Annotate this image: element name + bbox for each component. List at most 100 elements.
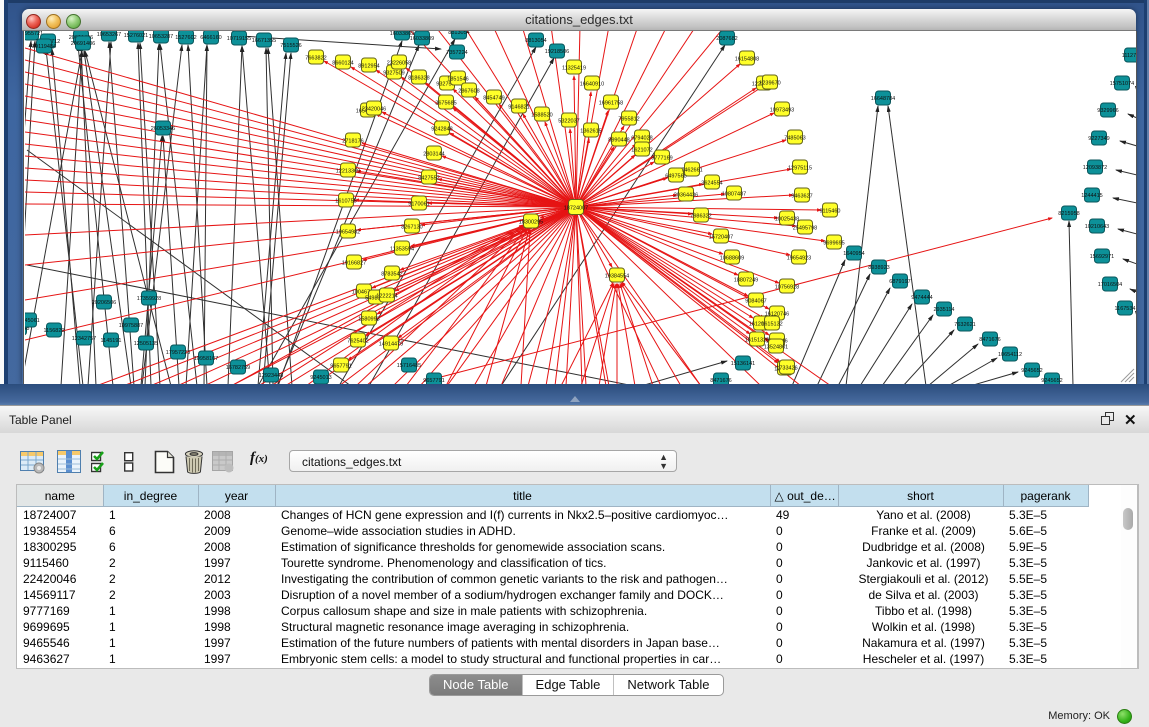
svg-text:9115460: 9115460 bbox=[819, 209, 840, 215]
svg-text:3624554: 3624554 bbox=[701, 181, 722, 187]
svg-text:19218506: 19218506 bbox=[545, 49, 569, 55]
svg-text:9474444: 9474444 bbox=[911, 295, 932, 301]
svg-text:25495798: 25495798 bbox=[793, 226, 817, 232]
svg-text:1156829: 1156829 bbox=[43, 328, 64, 334]
svg-text:8660124: 8660124 bbox=[332, 61, 353, 67]
svg-text:1222214: 1222214 bbox=[376, 294, 397, 300]
svg-text:10807487: 10807487 bbox=[722, 192, 746, 198]
svg-text:11325419: 11325419 bbox=[562, 66, 586, 72]
svg-text:16961758: 16961758 bbox=[599, 101, 623, 107]
svg-text:9242848: 9242848 bbox=[431, 127, 452, 133]
svg-text:1167534: 1167534 bbox=[1114, 306, 1135, 312]
svg-text:2935114: 2935114 bbox=[933, 307, 954, 313]
svg-text:13524861: 13524861 bbox=[764, 345, 788, 351]
svg-text:20691406: 20691406 bbox=[71, 41, 95, 47]
svg-text:1621072: 1621072 bbox=[631, 148, 652, 154]
svg-text:6497568: 6497568 bbox=[665, 174, 686, 180]
svg-text:1733426: 1733426 bbox=[776, 366, 797, 372]
svg-text:1610755: 1610755 bbox=[335, 199, 356, 205]
svg-text:9463627: 9463627 bbox=[791, 194, 812, 200]
svg-text:11353594: 11353594 bbox=[390, 247, 414, 253]
svg-text:1588520: 1588520 bbox=[531, 113, 552, 119]
svg-text:7663822: 7663822 bbox=[305, 56, 326, 62]
svg-text:8427552: 8427552 bbox=[418, 176, 439, 182]
svg-text:7515526: 7515526 bbox=[280, 43, 301, 49]
svg-text:39119484: 39119484 bbox=[32, 44, 56, 50]
svg-text:8267130: 8267130 bbox=[401, 225, 422, 231]
svg-text:9146821: 9146821 bbox=[508, 105, 529, 111]
svg-text:6879197: 6879197 bbox=[889, 279, 910, 285]
svg-text:10756928: 10756928 bbox=[775, 285, 799, 291]
svg-text:12093872: 12093872 bbox=[1083, 165, 1107, 171]
svg-text:15751074: 15751074 bbox=[1110, 81, 1134, 87]
svg-text:20206506: 20206506 bbox=[92, 300, 116, 306]
svg-text:8813054: 8813054 bbox=[525, 38, 546, 44]
svg-text:23226058: 23226058 bbox=[387, 61, 411, 67]
svg-text:15136141: 15136141 bbox=[731, 361, 755, 367]
svg-text:9170061: 9170061 bbox=[408, 202, 429, 208]
svg-text:1640954: 1640954 bbox=[843, 251, 864, 257]
svg-text:2718176: 2718176 bbox=[342, 139, 363, 145]
svg-text:16033809: 16033809 bbox=[410, 36, 434, 42]
svg-text:16154808: 16154808 bbox=[735, 57, 759, 63]
svg-text:1615132: 1615132 bbox=[761, 322, 782, 328]
svg-text:3675685: 3675685 bbox=[435, 101, 456, 107]
svg-text:23420046: 23420046 bbox=[362, 107, 386, 113]
svg-text:6794028: 6794028 bbox=[631, 136, 652, 142]
svg-text:2087682: 2087682 bbox=[716, 36, 737, 42]
svg-text:10975887: 10975887 bbox=[119, 323, 143, 329]
svg-text:9084067: 9084067 bbox=[745, 299, 766, 305]
svg-text:2867608: 2867608 bbox=[458, 89, 479, 95]
svg-text:5322037: 5322037 bbox=[558, 119, 579, 125]
svg-text:8813054: 8813054 bbox=[448, 31, 469, 36]
svg-text:12342757: 12342757 bbox=[72, 336, 96, 342]
svg-text:16671355: 16671355 bbox=[252, 38, 276, 44]
svg-text:10653287: 10653287 bbox=[149, 34, 173, 40]
svg-text:10973493: 10973493 bbox=[770, 108, 794, 114]
svg-text:10654112: 10654112 bbox=[998, 352, 1022, 358]
svg-text:18807249: 18807249 bbox=[734, 278, 758, 284]
svg-text:9245652: 9245652 bbox=[1021, 368, 1042, 374]
svg-text:9777169: 9777169 bbox=[651, 156, 672, 162]
svg-text:8215958: 8215958 bbox=[1058, 211, 1079, 217]
svg-text:1580993: 1580993 bbox=[358, 317, 379, 323]
svg-text:1845061: 1845061 bbox=[25, 318, 40, 324]
svg-text:8471676: 8471676 bbox=[979, 337, 1000, 343]
svg-text:8990448: 8990448 bbox=[608, 138, 629, 144]
svg-text:8783542: 8783542 bbox=[381, 272, 402, 278]
svg-text:16782759: 16782759 bbox=[226, 365, 250, 371]
svg-text:12923448: 12923448 bbox=[259, 373, 283, 379]
svg-text:10025438: 10025438 bbox=[775, 217, 799, 223]
svg-text:1527602: 1527602 bbox=[175, 35, 196, 41]
svg-text:17359928: 17359928 bbox=[137, 296, 161, 302]
svg-text:19654982: 19654982 bbox=[336, 230, 360, 236]
svg-text:16640910: 16640910 bbox=[580, 82, 604, 88]
svg-text:18300295: 18300295 bbox=[519, 220, 543, 226]
svg-text:9327509: 9327509 bbox=[383, 71, 404, 77]
svg-text:9227349: 9227349 bbox=[1088, 136, 1109, 142]
svg-text:10719155: 10719155 bbox=[227, 36, 251, 42]
svg-text:1244415: 1244415 bbox=[1081, 193, 1102, 199]
svg-text:15716485: 15716485 bbox=[397, 363, 421, 369]
svg-text:12213369: 12213369 bbox=[336, 169, 360, 175]
svg-text:10688609: 10688609 bbox=[720, 256, 744, 262]
svg-text:8186328: 8186328 bbox=[408, 76, 429, 82]
svg-text:8912954: 8912954 bbox=[358, 64, 379, 70]
svg-text:19654923: 19654923 bbox=[787, 256, 811, 262]
svg-text:1145191: 1145191 bbox=[100, 338, 121, 344]
svg-text:7632621: 7632621 bbox=[954, 322, 975, 328]
svg-text:18724007: 18724007 bbox=[564, 206, 588, 212]
svg-text:10210643: 10210643 bbox=[1085, 224, 1109, 230]
svg-text:1362615: 1362615 bbox=[580, 129, 601, 135]
svg-text:6466160: 6466160 bbox=[200, 35, 221, 41]
svg-text:14914479: 14914479 bbox=[379, 342, 403, 348]
svg-text:7986322: 7986322 bbox=[690, 214, 711, 220]
svg-text:7485063: 7485063 bbox=[784, 136, 805, 142]
svg-text:1851546: 1851546 bbox=[447, 77, 468, 83]
svg-text:16648784: 16648784 bbox=[871, 96, 895, 102]
svg-text:9699695: 9699695 bbox=[823, 241, 844, 247]
svg-text:2803144: 2803144 bbox=[423, 152, 444, 158]
svg-text:20364436: 20364436 bbox=[674, 193, 698, 199]
svg-text:19384554: 19384554 bbox=[605, 274, 629, 280]
svg-text:12975115: 12975115 bbox=[788, 166, 812, 172]
